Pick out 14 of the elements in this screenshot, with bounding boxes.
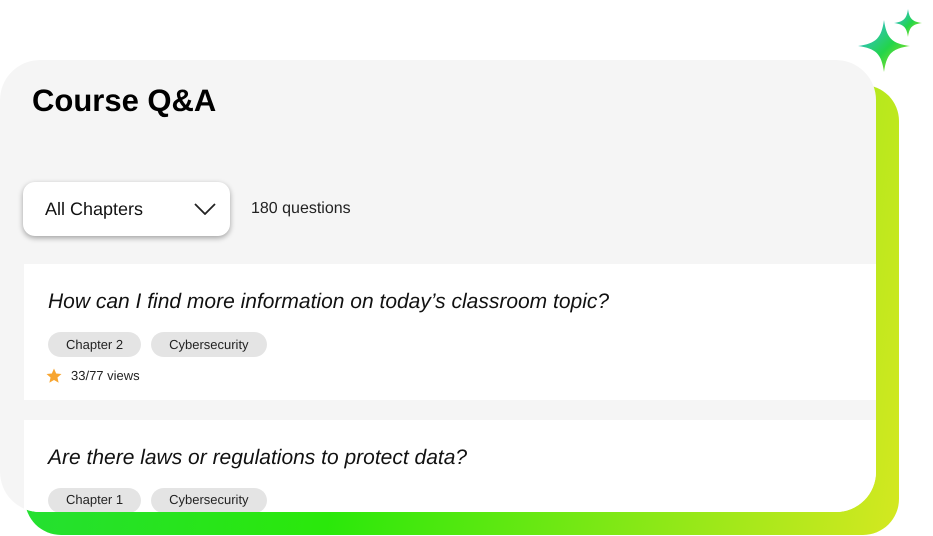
chapter-dropdown[interactable]: All Chapters (23, 182, 230, 236)
view-count: 33/77 views (71, 367, 140, 385)
question-card[interactable]: Are there laws or regulations to protect data? Chapter 1 Cybersecurity (24, 420, 876, 512)
tag-chip: Chapter 1 (48, 488, 142, 512)
question-title: Are there laws or regulations to protect data? (48, 444, 468, 470)
page-title: Course Q&A (32, 82, 216, 120)
question-title: How can I find more information on today’s classroom topic? (48, 289, 610, 315)
question-count: 180 questions (251, 199, 351, 219)
tag-chip: Cybersecurity (151, 332, 267, 357)
question-card[interactable]: How can I find more information on today’s classroom topic? Chapter 2 Cybersecurity 33/77 views (24, 264, 876, 400)
tag-chip: Chapter 2 (48, 332, 142, 357)
chevron-down-icon (194, 203, 216, 215)
tag-chip: Cybersecurity (151, 488, 267, 512)
star-icon (45, 366, 63, 385)
